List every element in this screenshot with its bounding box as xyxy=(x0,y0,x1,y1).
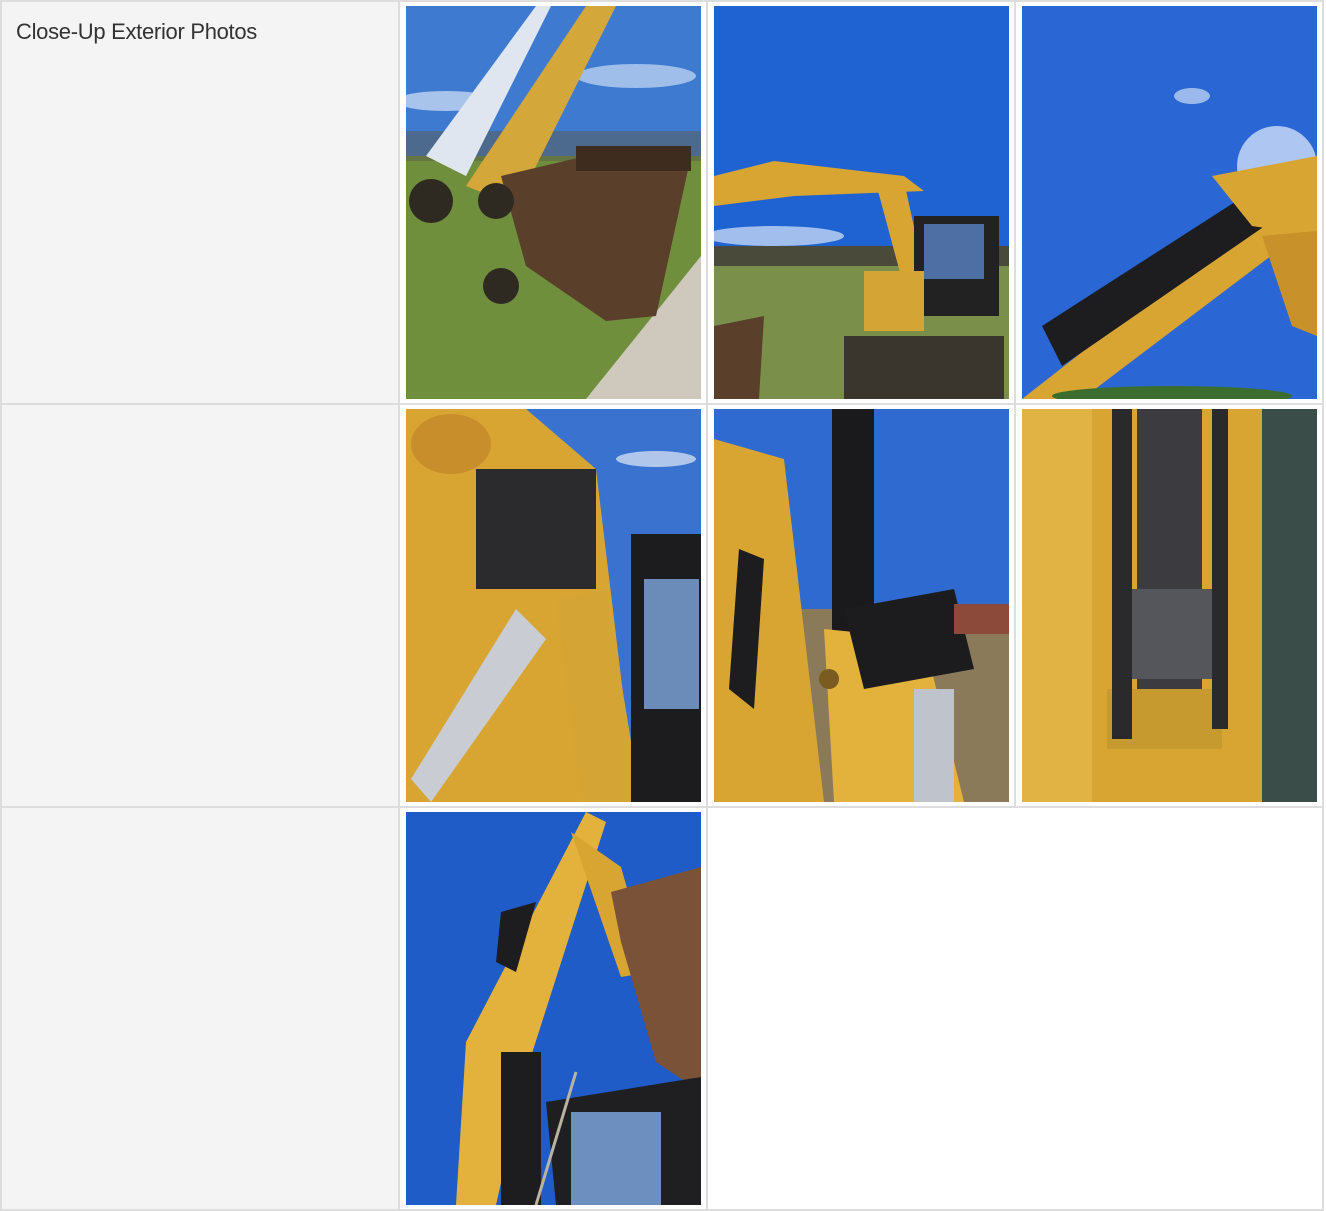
photo-stick-cylinder[interactable] xyxy=(713,409,1009,802)
gallery-row: Close-Up Exterior Photos xyxy=(0,0,1324,405)
photo-hydraulic-valve[interactable] xyxy=(405,409,701,802)
photo-cell xyxy=(398,403,708,808)
empty-label-cell xyxy=(0,806,400,1211)
photo-cell xyxy=(706,403,1016,808)
photo-cell xyxy=(1014,403,1324,808)
section-label-cell: Close-Up Exterior Photos xyxy=(0,0,400,405)
photo-cell xyxy=(398,0,708,405)
photo-boom-cylinder[interactable] xyxy=(1021,6,1317,399)
section-title: Close-Up Exterior Photos xyxy=(16,19,258,44)
photo-cylinder-underside[interactable] xyxy=(1021,409,1317,802)
photo-cell xyxy=(706,0,1016,405)
empty-photo-cell xyxy=(706,806,1324,1211)
photo-gallery-table: Close-Up Exterior Photos xyxy=(0,0,1324,1211)
photo-excavator-bucket[interactable] xyxy=(405,6,701,399)
photo-cell xyxy=(398,806,708,1211)
photo-excavator-front[interactable] xyxy=(713,6,1009,399)
gallery-row xyxy=(0,403,1324,808)
gallery-row xyxy=(0,806,1324,1211)
photo-boom-upward[interactable] xyxy=(405,812,701,1205)
photo-cell xyxy=(1014,0,1324,405)
empty-label-cell xyxy=(0,403,400,808)
